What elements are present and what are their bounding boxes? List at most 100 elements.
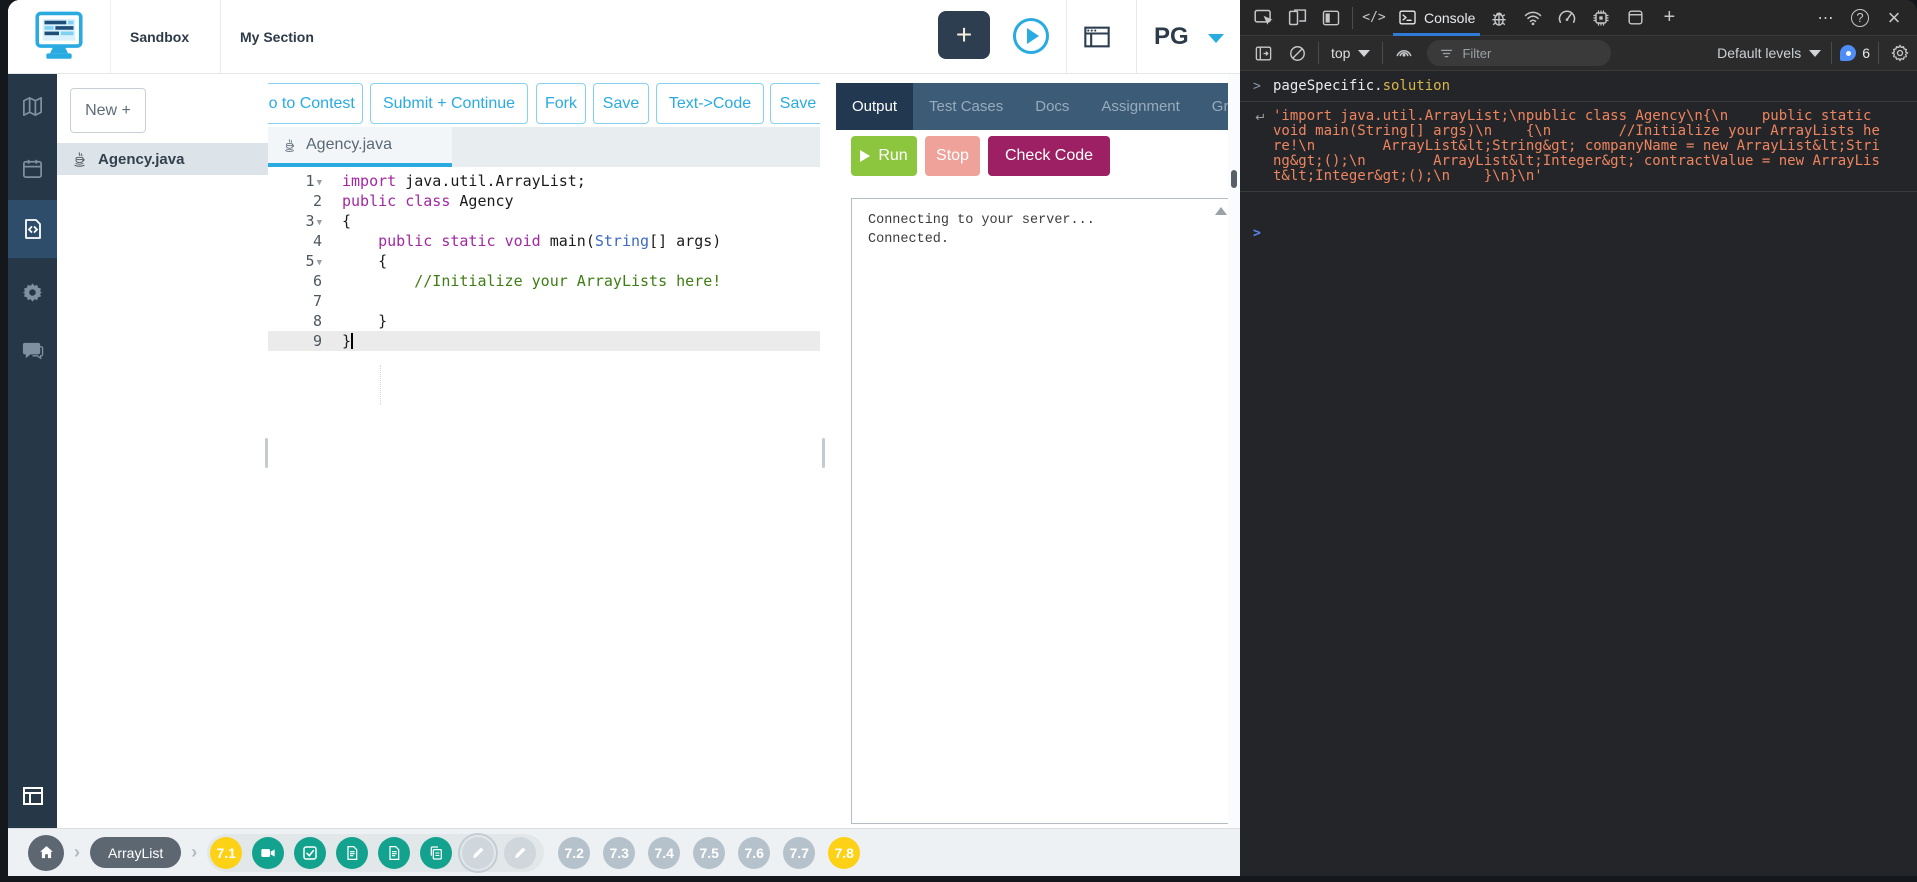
line-number[interactable]: 6	[268, 271, 326, 291]
scroll-up-icon[interactable]	[1215, 207, 1227, 215]
lesson-activity-video-icon[interactable]	[252, 837, 284, 869]
sidebar-item-settings[interactable]	[8, 267, 57, 317]
line-number[interactable]: 8	[268, 311, 326, 331]
user-menu[interactable]: PG	[1154, 0, 1189, 73]
run-header-button[interactable]	[1013, 18, 1049, 54]
go-to-contest-button[interactable]: Go to Contest	[268, 83, 363, 124]
lesson-item-7.7[interactable]: 7.7	[783, 837, 815, 869]
line-number[interactable]: 3▼	[268, 211, 326, 231]
fold-arrow-icon[interactable]: ▼	[317, 213, 322, 233]
tab-elements[interactable]: </>	[1357, 1, 1391, 35]
code-line-4[interactable]: 4 public static void main(String[] args)	[268, 231, 820, 251]
sidebar-item-chat[interactable]	[8, 325, 57, 375]
log-levels-selector[interactable]: Default levels	[1711, 45, 1827, 61]
scrollbar-thumb[interactable]	[1231, 170, 1237, 188]
tab-test-cases[interactable]: Test Cases	[913, 83, 1019, 130]
save-button[interactable]: Save	[593, 83, 649, 124]
console-settings-button[interactable]	[1883, 36, 1917, 70]
fork-button[interactable]: Fork	[536, 83, 586, 124]
line-number[interactable]: 9	[268, 331, 326, 351]
tab-assignment[interactable]: Assignment	[1085, 83, 1195, 130]
line-number[interactable]: 4	[268, 231, 326, 251]
code-line-1[interactable]: 1▼import java.util.ArrayList;	[268, 171, 820, 191]
save-button-2[interactable]: Save	[770, 83, 820, 124]
issues-counter[interactable]: 6	[1836, 45, 1874, 61]
help-button[interactable]: ?	[1843, 1, 1877, 35]
lesson-item-7.3[interactable]: 7.3	[603, 837, 635, 869]
lesson-item-7.2[interactable]: 7.2	[558, 837, 590, 869]
browser-window-button[interactable]	[1082, 23, 1112, 51]
lesson-activity-copy-icon[interactable]	[420, 837, 452, 869]
lesson-item-7.5[interactable]: 7.5	[693, 837, 725, 869]
tab-output[interactable]: Output	[836, 83, 913, 130]
fold-arrow-icon[interactable]: ▼	[317, 253, 322, 273]
lesson-item-7.1[interactable]: 7.1	[210, 837, 242, 869]
code-area[interactable]: 1▼import java.util.ArrayList;2public cla…	[268, 167, 820, 828]
new-file-button[interactable]: New +	[70, 88, 146, 133]
file-row-agency[interactable]: Agency.java	[57, 143, 268, 175]
line-number[interactable]: 7	[268, 291, 326, 311]
new-item-button[interactable]: +	[938, 11, 990, 59]
tab-network[interactable]	[1516, 1, 1550, 35]
tab-sandbox[interactable]: Sandbox	[130, 0, 189, 73]
console-prompt[interactable]: >	[1240, 218, 1917, 232]
dock-side-button[interactable]	[1314, 1, 1348, 35]
tab-memory[interactable]	[1584, 1, 1618, 35]
sidebar-item-layout[interactable]	[8, 771, 57, 821]
device-toolbar-button[interactable]	[1280, 1, 1314, 35]
context-selector[interactable]: top	[1323, 45, 1378, 61]
code-line-5[interactable]: 5▼ {	[268, 251, 820, 271]
tab-docs[interactable]: Docs	[1019, 83, 1085, 130]
inspect-element-button[interactable]	[1246, 1, 1280, 35]
code-line-9[interactable]: 9}	[268, 331, 820, 351]
panel-resize-handle-left[interactable]	[265, 438, 268, 468]
sidebar-item-calendar[interactable]	[8, 143, 57, 193]
stop-button[interactable]: Stop	[925, 136, 980, 176]
run-button[interactable]: Run	[851, 136, 917, 176]
chevron-down-icon[interactable]	[1208, 34, 1224, 43]
module-pill[interactable]: ArrayList	[90, 837, 181, 868]
close-devtools-button[interactable]: ×	[1877, 1, 1911, 35]
code-line-8[interactable]: 8 }	[268, 311, 820, 331]
fold-arrow-icon[interactable]: ▼	[317, 173, 322, 193]
lesson-activity-check-square-icon[interactable]	[294, 837, 326, 869]
tab-application[interactable]	[1618, 1, 1652, 35]
page-scrollbar[interactable]	[1228, 73, 1240, 876]
tab-sources-debug[interactable]	[1482, 1, 1516, 35]
tab-performance[interactable]	[1550, 1, 1584, 35]
console-sidebar-button[interactable]	[1246, 36, 1280, 70]
tab-console[interactable]: Console	[1391, 1, 1482, 35]
console-filter-input[interactable]: Filter	[1427, 40, 1611, 66]
code-line-2[interactable]: 2public class Agency	[268, 191, 820, 211]
tab-my-section[interactable]: My Section	[240, 0, 314, 73]
sidebar-item-code[interactable]	[8, 200, 57, 258]
lesson-item-7.6[interactable]: 7.6	[738, 837, 770, 869]
code-line-3[interactable]: 3▼{	[268, 211, 820, 231]
app-logo[interactable]	[8, 0, 111, 73]
submit-continue-button[interactable]: Submit + Continue	[370, 83, 528, 124]
lesson-activity-document-icon[interactable]	[336, 837, 368, 869]
lesson-activity-pencil-icon[interactable]	[504, 837, 536, 869]
live-expression-button[interactable]	[1387, 36, 1421, 70]
line-number[interactable]: 1▼	[268, 171, 326, 191]
panel-resize-handle-right[interactable]	[822, 438, 825, 468]
check-code-button[interactable]: Check Code	[988, 136, 1110, 176]
sidebar-item-map[interactable]	[8, 81, 57, 131]
text-to-code-button[interactable]: Text->Code	[656, 83, 764, 124]
lesson-activity-pencil-icon[interactable]	[462, 837, 494, 869]
program-output-console[interactable]: Connecting to your server... Connected.	[851, 198, 1235, 824]
code-line-6[interactable]: 6 //Initialize your ArrayLists here!	[268, 271, 820, 291]
home-button[interactable]	[28, 835, 64, 871]
line-number[interactable]: 5▼	[268, 251, 326, 271]
browser-window-icon	[1082, 23, 1112, 51]
editor-tab-agency[interactable]: Agency.java	[268, 127, 452, 167]
lesson-activity-document-icon[interactable]	[378, 837, 410, 869]
lesson-item-7.4[interactable]: 7.4	[648, 837, 680, 869]
line-number[interactable]: 2	[268, 191, 326, 211]
clear-console-button[interactable]	[1280, 36, 1314, 70]
lesson-item-7.8[interactable]: 7.8	[828, 837, 860, 869]
code-line-7[interactable]: 7	[268, 291, 820, 311]
more-options-button[interactable]: ⋯	[1809, 1, 1843, 35]
console-log-area[interactable]: > pageSpecific.solution 'import java.uti…	[1240, 71, 1917, 876]
more-tabs-button[interactable]: +	[1652, 1, 1686, 35]
